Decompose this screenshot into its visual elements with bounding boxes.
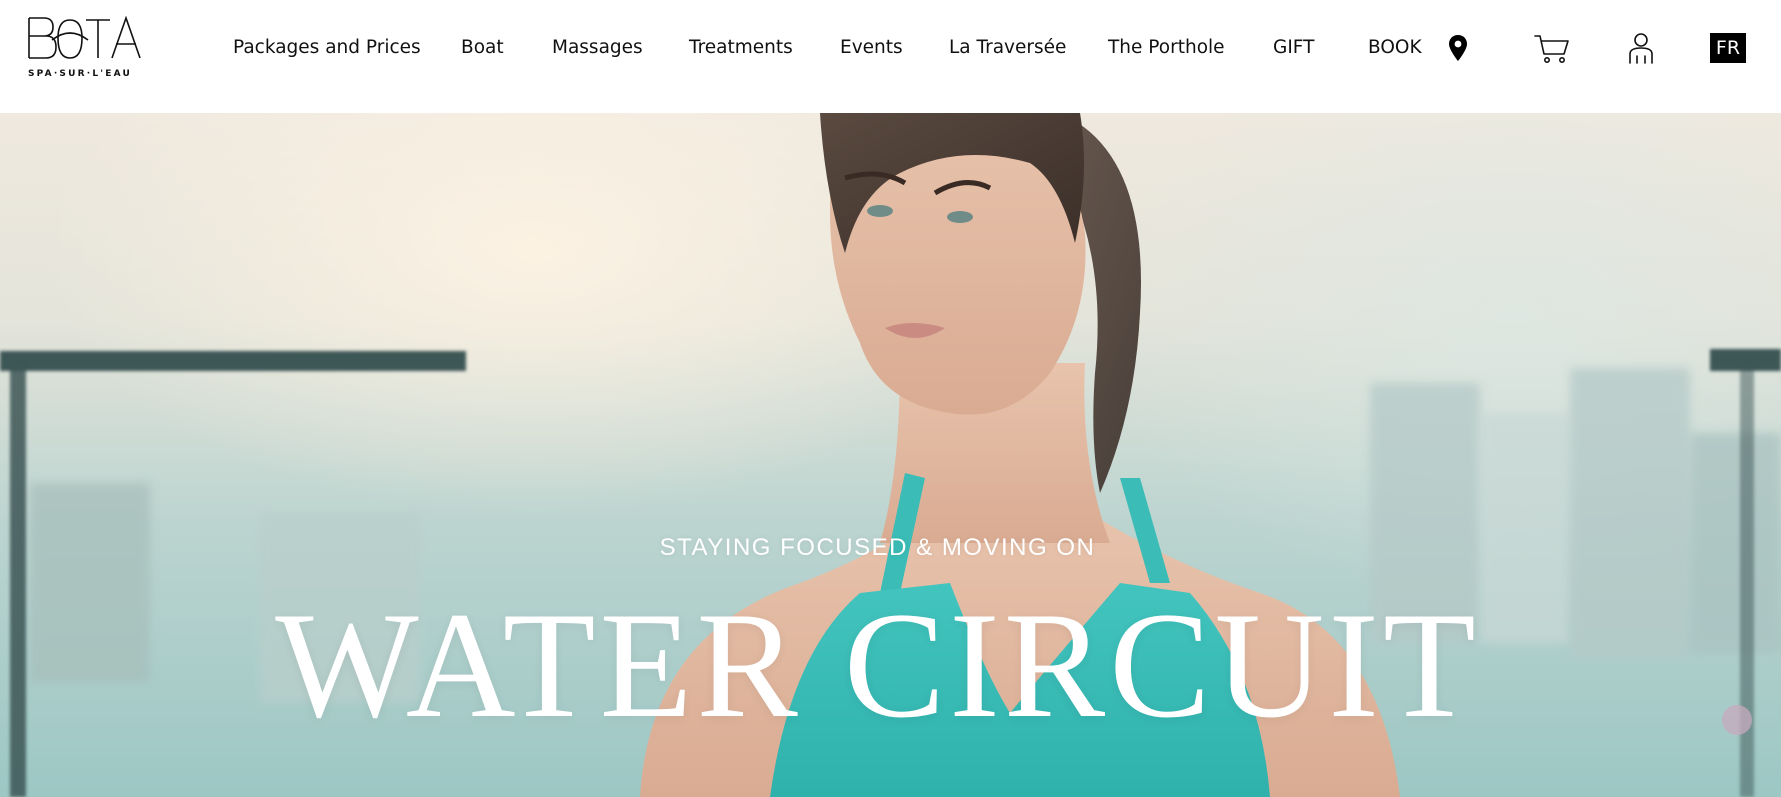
nav-item-events[interactable]: Events [840, 36, 903, 60]
cart-icon[interactable] [1534, 34, 1570, 64]
hero-banner: STAYING FOCUSED & MOVING ON WATER CIRCUI… [0, 113, 1781, 797]
nav-item-the-porthole[interactable]: The Porthole [1108, 36, 1225, 60]
nav-item-massages[interactable]: Massages [552, 36, 643, 60]
brand-tagline: SPA·SUR·L'EAU [28, 69, 133, 79]
nav-item-treatments[interactable]: Treatments [689, 36, 793, 60]
nav-item-gift[interactable]: GIFT [1273, 36, 1314, 60]
brand-logo[interactable]: SPA·SUR·L'EAU [26, 14, 142, 82]
nav-item-la-traversee[interactable]: La Traversée [949, 36, 1066, 60]
chat-bubble-icon[interactable] [1722, 705, 1752, 735]
site-header: SPA·SUR·L'EAU Packages and Prices Boat M… [0, 0, 1781, 113]
bota-logo-mark [28, 15, 141, 59]
map-pin-icon[interactable] [1448, 34, 1468, 62]
nav-item-packages-and-prices[interactable]: Packages and Prices [233, 36, 421, 60]
user-icon[interactable] [1628, 32, 1654, 64]
hero-title: WATER CIRCUIT [275, 581, 1480, 749]
language-toggle[interactable]: FR [1710, 33, 1746, 63]
nav-item-book[interactable]: BOOK [1368, 36, 1422, 60]
hero-subtitle: STAYING FOCUSED & MOVING ON [659, 534, 1096, 561]
nav-item-boat[interactable]: Boat [461, 36, 504, 60]
